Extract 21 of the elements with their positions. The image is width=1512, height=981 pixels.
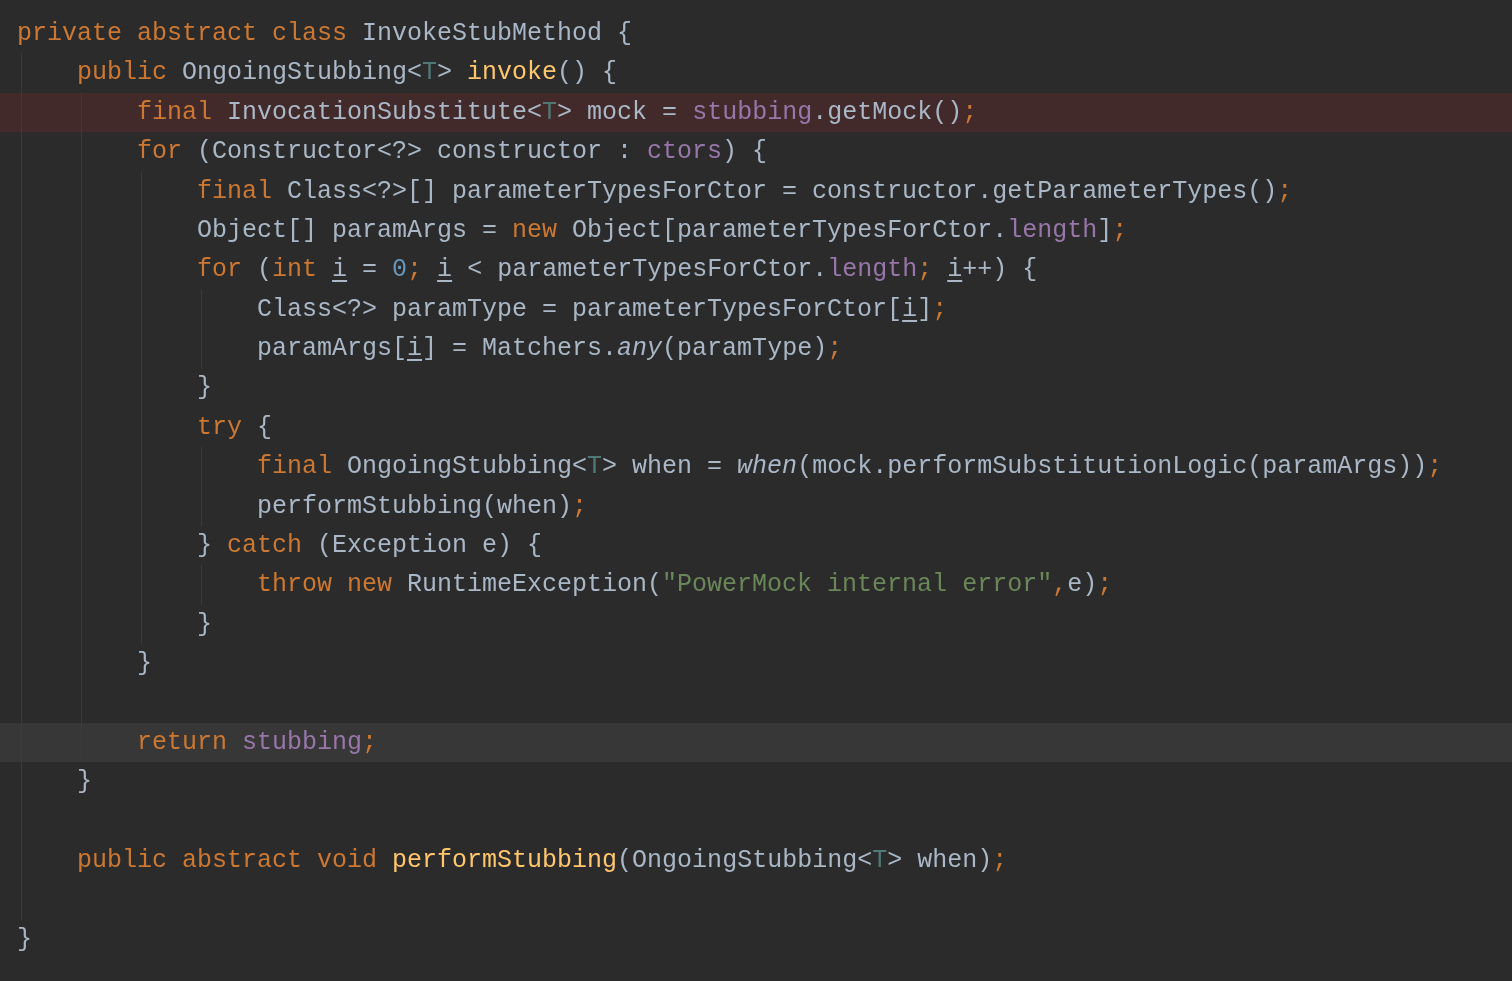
code-line: try {: [197, 411, 273, 444]
code-line: public abstract void performStubbing(OngoingStubbing<T> when);: [77, 845, 1008, 878]
code-line: for (int i = 0; i < parameterTypesForCtor.length; i++) {: [197, 254, 1038, 287]
code-line: }: [77, 766, 92, 799]
code-line: for (Constructor<?> constructor : ctors) {: [137, 136, 768, 169]
code-line: }: [17, 923, 32, 956]
code-line: paramArgs[i] = Matchers.any(paramType);: [257, 333, 843, 366]
code-line: final InvocationSubstitute<T> mock = stubbing.getMock();: [137, 96, 978, 129]
code-line: }: [197, 608, 212, 641]
code-line: final Class<?>[] parameterTypesForCtor = constructor.getParameterTypes();: [197, 175, 1293, 208]
code-line: }: [197, 372, 212, 405]
code-line: performStubbing(when);: [257, 490, 588, 523]
code-line: } catch (Exception e) {: [197, 530, 543, 562]
code-line: final OngoingStubbing<T> when = when(mock.performSubstitutionLogic(paramArgs));: [257, 451, 1443, 484]
code-line: private abstract class InvokeStubMethod {: [17, 17, 633, 50]
code-line: return stubbing;: [137, 726, 378, 759]
code-line: throw new RuntimeException("PowerMock internal error",e);: [257, 569, 1113, 602]
code-line: }: [137, 648, 152, 681]
code-line: public OngoingStubbing<T> invoke() {: [77, 57, 618, 90]
code-line: Class<?> paramType = parameterTypesForCtor[i];: [257, 293, 948, 326]
code-line: Object[] paramArgs = new Object[parameterTypesForCtor.length];: [197, 214, 1128, 247]
